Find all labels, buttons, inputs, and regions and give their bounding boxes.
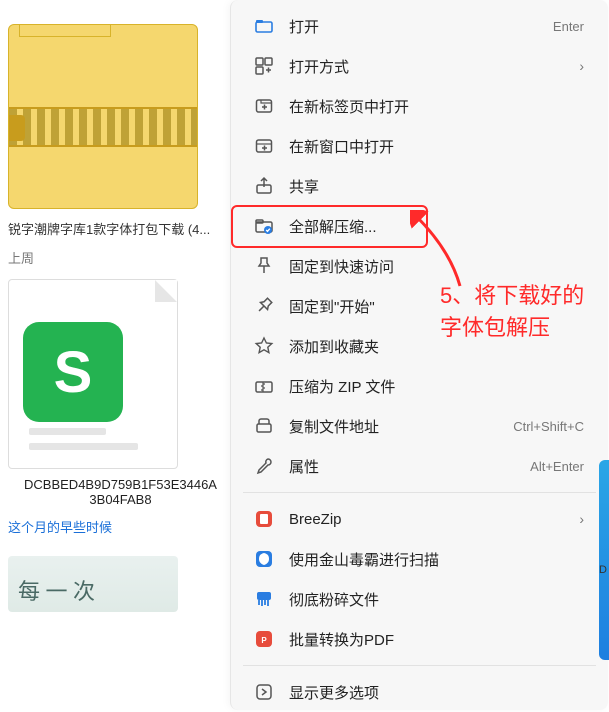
menu-properties-shortcut: Alt+Enter	[530, 459, 584, 474]
menu-open[interactable]: 打开 Enter	[237, 6, 602, 46]
menu-properties-label: 属性	[289, 456, 516, 477]
image-thumbnail-text: 每 一 次	[18, 574, 95, 606]
menu-show-more[interactable]: 显示更多选项	[237, 672, 602, 712]
menu-breezip-label: BreeZip	[289, 511, 565, 528]
menu-copy-path-shortcut: Ctrl+Shift+C	[513, 419, 584, 434]
chevron-right-icon: ›	[579, 58, 584, 74]
new-window-icon	[253, 135, 275, 157]
extract-all-icon	[253, 215, 275, 237]
menu-convert-pdf-label: 批量转换为PDF	[289, 629, 584, 650]
wps-s-icon: S	[23, 322, 123, 422]
menu-share[interactable]: 共享	[237, 166, 602, 206]
file-browser-background: 锐字潮牌字库1款字体打包下载 (4... 上周 S DCBBED4B9D759B…	[0, 0, 230, 710]
menu-copy-path-label: 复制文件地址	[289, 416, 499, 437]
compress-icon	[253, 375, 275, 397]
menu-show-more-label: 显示更多选项	[289, 682, 584, 703]
menu-open-new-tab-label: 在新标签页中打开	[289, 96, 584, 117]
menu-open-with[interactable]: 打开方式 ›	[237, 46, 602, 86]
context-menu: 打开 Enter 打开方式 › 在新标签页中打开 在新窗口中打开 共享 全部解压…	[230, 0, 608, 710]
right-edge-window	[599, 460, 609, 660]
menu-shred[interactable]: 彻底粉碎文件	[237, 579, 602, 619]
svg-text:P: P	[261, 636, 267, 645]
menu-open-new-window[interactable]: 在新窗口中打开	[237, 126, 602, 166]
menu-open-label: 打开	[289, 16, 539, 37]
new-tab-icon	[253, 95, 275, 117]
image-thumbnail[interactable]: 每 一 次	[8, 556, 178, 612]
menu-extract-all[interactable]: 全部解压缩...	[237, 206, 602, 246]
menu-properties[interactable]: 属性 Alt+Enter	[237, 446, 602, 486]
menu-compress-zip[interactable]: 压缩为 ZIP 文件	[237, 366, 602, 406]
menu-open-new-tab[interactable]: 在新标签页中打开	[237, 86, 602, 126]
menu-pin-start-label: 固定到"开始"	[289, 296, 584, 317]
menu-copy-path[interactable]: 复制文件地址 Ctrl+Shift+C	[237, 406, 602, 446]
section-earlier-this-month: 这个月的早些时候	[8, 517, 222, 536]
menu-compress-zip-label: 压缩为 ZIP 文件	[289, 376, 584, 397]
menu-open-with-label: 打开方式	[289, 56, 565, 77]
favorite-icon	[253, 335, 275, 357]
zip-zipper-decoration	[9, 107, 197, 147]
menu-extract-all-label: 全部解压缩...	[289, 216, 584, 237]
menu-add-favorites[interactable]: 添加到收藏夹	[237, 326, 602, 366]
shred-icon	[253, 588, 275, 610]
zip-file-name[interactable]: 锐字潮牌字库1款字体打包下载 (4...	[8, 219, 238, 238]
zip-file-thumbnail[interactable]	[8, 24, 198, 209]
open-with-icon	[253, 55, 275, 77]
menu-divider	[243, 665, 596, 666]
right-edge-label: D	[599, 564, 607, 576]
menu-divider	[243, 492, 596, 493]
menu-breezip[interactable]: BreeZip ›	[237, 499, 602, 539]
chevron-right-icon: ›	[579, 511, 584, 527]
menu-pin-quick-label: 固定到快速访问	[289, 256, 584, 277]
menu-pin-quick-access[interactable]: 固定到快速访问	[237, 246, 602, 286]
menu-open-new-window-label: 在新窗口中打开	[289, 136, 584, 157]
pin-quick-icon	[253, 255, 275, 277]
breezip-icon	[253, 508, 275, 530]
menu-duba-scan-label: 使用金山毒霸进行扫描	[289, 549, 584, 570]
more-options-icon	[253, 681, 275, 703]
copy-path-icon	[253, 415, 275, 437]
pin-start-icon	[253, 295, 275, 317]
menu-duba-scan[interactable]: 使用金山毒霸进行扫描	[237, 539, 602, 579]
document-file-name[interactable]: DCBBED4B9D759B1F53E3446A 3B04FAB8	[8, 477, 233, 507]
doc-lines-decoration	[29, 420, 157, 450]
menu-add-favorites-label: 添加到收藏夹	[289, 336, 584, 357]
duba-scan-icon	[253, 548, 275, 570]
menu-shred-label: 彻底粉碎文件	[289, 589, 584, 610]
menu-pin-start[interactable]: 固定到"开始"	[237, 286, 602, 326]
share-icon	[253, 175, 275, 197]
section-last-week: 上周	[8, 248, 222, 267]
pdf-convert-icon: P	[253, 628, 275, 650]
open-icon	[253, 15, 275, 37]
properties-icon	[253, 455, 275, 477]
menu-convert-pdf[interactable]: P 批量转换为PDF	[237, 619, 602, 659]
menu-open-shortcut: Enter	[553, 19, 584, 34]
document-thumbnail[interactable]: S	[8, 279, 178, 469]
menu-share-label: 共享	[289, 176, 584, 197]
